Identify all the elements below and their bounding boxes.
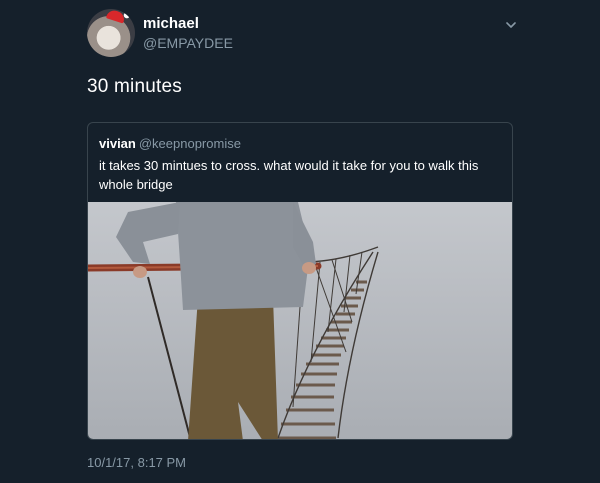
quoted-handle: @keepnopromise (138, 136, 241, 151)
chevron-down-icon[interactable] (504, 18, 518, 32)
display-name[interactable]: michael (143, 15, 199, 32)
tweet-text: 30 minutes (87, 76, 182, 97)
quoted-tweet[interactable]: vivian @keepnopromise it takes 30 mintues… (87, 122, 513, 440)
quoted-author: vivian @keepnopromise (99, 136, 241, 151)
quoted-display-name: vivian (99, 136, 136, 151)
avatar[interactable] (87, 9, 135, 57)
quoted-tweet-text: it takes 30 mintues to cross. what would… (99, 158, 479, 192)
bridge-photo[interactable] (88, 202, 513, 440)
timestamp[interactable]: 10/1/17, 8:17 PM (87, 455, 186, 470)
user-handle[interactable]: @EMPAYDEE (143, 35, 233, 51)
santa-hat-icon (105, 9, 127, 24)
